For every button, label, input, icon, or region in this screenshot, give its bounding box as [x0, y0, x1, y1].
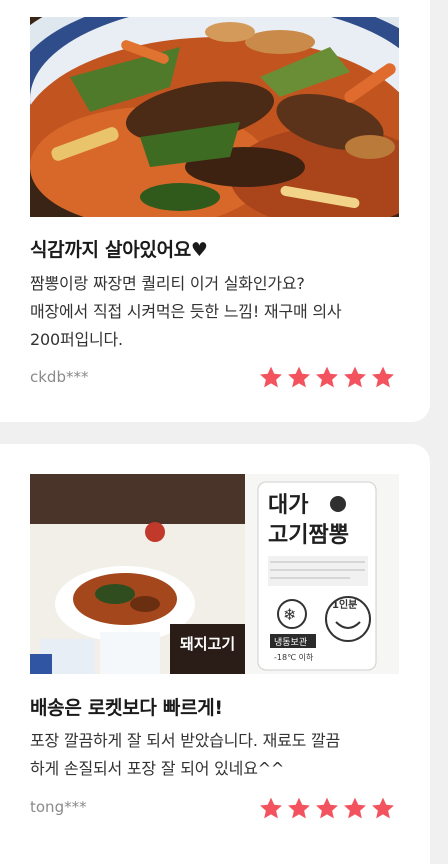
- star-icon: [372, 366, 394, 388]
- review-title: 배송은 로켓보다 빠르게!: [30, 697, 223, 719]
- star-icon: [316, 366, 338, 388]
- review-card: 식감까지 살아있어요♥ 짬뽕이랑 짜장면 퀄리티 이거 실화인가요? 매장에서 …: [0, 0, 430, 422]
- star-icon: [316, 797, 338, 819]
- review-text-line: 짬뽕이랑 짜장면 퀄리티 이거 실화인가요?: [30, 274, 305, 293]
- star-rating: [258, 365, 396, 390]
- star-icon: [288, 797, 310, 819]
- reviewer-id: tong***: [30, 798, 87, 816]
- review-text-line: 200퍼입니다.: [30, 330, 123, 349]
- package-servings: 1인분: [332, 598, 357, 611]
- star-rating: [258, 796, 396, 821]
- star-icon: [288, 366, 310, 388]
- review-card: 돼지고기 대가 고기짬뽕 ❄ 냉동보관 -18℃ 이하 1인분 배송은 로켓보다…: [0, 444, 430, 864]
- jjajang-stirfry-photo: [30, 17, 399, 217]
- star-icon: [372, 797, 394, 819]
- review-text-line: 매장에서 직접 시켜먹은 듯한 느낌! 재구매 의사: [30, 302, 342, 321]
- review-text: 짬뽕이랑 짜장면 퀄리티 이거 실화인가요? 매장에서 직접 시켜먹은 듯한 느…: [30, 270, 410, 354]
- package-name: 고기짬뽕: [268, 523, 349, 548]
- reviewer-id: ckdb***: [30, 368, 89, 386]
- package-storage: 냉동보관: [274, 637, 307, 648]
- package-brand: 대가: [268, 493, 308, 518]
- review-text-line: 포장 깔끔하게 잘 되서 받았습니다. 재료도 깔끔: [30, 731, 341, 750]
- review-title: 식감까지 살아있어요♥: [30, 239, 208, 261]
- review-photo[interactable]: 돼지고기 대가 고기짬뽕 ❄ 냉동보관 -18℃ 이하 1인분: [30, 474, 399, 674]
- package-temp: -18℃ 이하: [274, 652, 314, 662]
- review-text: 포장 깔끔하게 잘 되서 받았습니다. 재료도 깔끔 하게 손질되서 포장 잘 …: [30, 727, 410, 783]
- review-text-line: 하게 손질되서 포장 잘 되어 있네요^^: [30, 759, 285, 778]
- star-icon: [344, 366, 366, 388]
- svg-text:❄: ❄: [283, 605, 296, 624]
- packaged-product-photo: 돼지고기 대가 고기짬뽕 ❄ 냉동보관 -18℃ 이하 1인분: [30, 474, 399, 674]
- star-icon: [260, 797, 282, 819]
- star-icon: [344, 797, 366, 819]
- box-label: 돼지고기: [180, 635, 235, 653]
- review-photo[interactable]: [30, 17, 399, 217]
- star-icon: [260, 366, 282, 388]
